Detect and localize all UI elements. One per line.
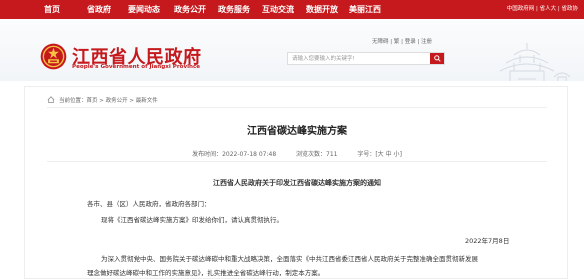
divider [47, 161, 547, 162]
top-links[interactable]: 中国政府网 | 省人大 | 省政协 [507, 0, 578, 19]
top-nav-bar: 首页 省政府 要闻动态 政务公开 政务服务 互动交流 数据开放 美丽江西 中国政… [0, 0, 584, 19]
font-size-close-bracket: ] [399, 151, 402, 158]
nav-home[interactable]: 首页 [44, 0, 60, 19]
nav-beautiful-jiangxi[interactable]: 美丽江西 [349, 0, 381, 19]
font-medium-button[interactable]: 中 [386, 151, 392, 158]
font-size-label: 字号： [357, 151, 376, 158]
breadcrumb: 当前位置：首页 > 政务公开 > 最新文件 [47, 96, 158, 104]
paragraph: 为深入贯彻党中央、国务院关于碳达峰碳中和重大战略决策，全面落实《中共江西省委江西… [101, 255, 478, 263]
nav-interaction[interactable]: 互动交流 [262, 0, 294, 19]
paragraph: 理念做好碳达峰碳中和工作的实施意见》，扎实推进全省碳达峰行动，制定本方案。 [87, 269, 325, 277]
pavilion-decoration-icon [499, 43, 571, 81]
site-header: 江西省人民政府 People's Government of Jiangxi P… [0, 19, 584, 81]
search-icon [433, 55, 441, 62]
notice-title: 江西省人民政府关于印发江西省碳达峰实施方案的通知 [213, 179, 381, 187]
article-meta: 发布时间：2022-07-18 07:48 浏览次数：711 字号：[大 中 小… [25, 149, 569, 158]
article-panel: 当前位置：首页 > 政务公开 > 最新文件 江西省碳达峰实施方案 发布时间：20… [24, 86, 568, 279]
nav-open-data[interactable]: 数据开放 [306, 0, 338, 19]
font-large-button[interactable]: 大 [378, 151, 384, 158]
nav-news[interactable]: 要闻动态 [128, 0, 160, 19]
site-subtitle: People's Government of Jiangxi Province [72, 64, 201, 70]
publish-date: 发布时间：2022-07-18 07:48 [192, 151, 277, 158]
paragraph: 现将《江西省碳达峰实施方案》印发给你们，请认真贯彻执行。 [101, 216, 283, 224]
issue-date: 2022年7月8日 [465, 237, 510, 245]
search-button[interactable] [430, 53, 444, 64]
accessibility-links[interactable]: 无障碍 | 繁 | 登录 | 注册 [372, 37, 432, 45]
breadcrumb-text[interactable]: 当前位置：首页 > 政务公开 > 最新文件 [59, 98, 158, 104]
article-title: 江西省碳达峰实施方案 [247, 126, 347, 137]
national-emblem-icon [40, 43, 67, 70]
nav-provincial-gov[interactable]: 省政府 [87, 0, 111, 19]
divider [47, 107, 547, 108]
search-input[interactable] [288, 53, 428, 64]
salutation: 各市、县（区）人民政府，省政府各部门： [87, 200, 211, 208]
search-bar [287, 52, 445, 65]
nav-gov-services[interactable]: 政务服务 [218, 0, 250, 19]
views-count: 711 [326, 151, 338, 158]
home-icon [47, 96, 55, 103]
views-label: 浏览次数： [296, 151, 327, 158]
nav-gov-affairs[interactable]: 政务公开 [174, 0, 206, 19]
